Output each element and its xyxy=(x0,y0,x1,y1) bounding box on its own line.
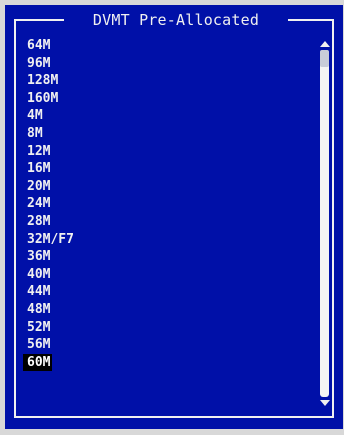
option-label: 36M xyxy=(27,249,51,265)
option-label: 44M xyxy=(27,284,51,300)
option-item[interactable]: 28M xyxy=(27,213,307,231)
option-item[interactable]: 48M xyxy=(27,301,307,319)
scroll-up-arrow-icon[interactable] xyxy=(320,41,330,47)
scrollbar[interactable] xyxy=(319,39,331,409)
option-label: 20M xyxy=(27,178,51,194)
option-item[interactable]: 40M xyxy=(27,266,307,284)
dvmt-popup-dialog: DVMT Pre-Allocated 64M 96M 128M 160M 4M 8M 12M… xyxy=(5,5,343,429)
option-label: 52M xyxy=(27,319,51,335)
option-item[interactable]: 4M xyxy=(27,107,307,125)
scroll-down-arrow-icon[interactable] xyxy=(320,400,330,406)
option-label: 96M xyxy=(27,55,51,71)
scroll-thumb[interactable] xyxy=(320,50,329,67)
option-label: 12M xyxy=(27,143,51,159)
option-item[interactable]: 52M xyxy=(27,319,307,337)
option-label: 28M xyxy=(27,213,51,229)
option-list: 64M 96M 128M 160M 4M 8M 12M 16M 20M 24M 28M 32M/F7 3… xyxy=(23,37,307,372)
option-item[interactable]: 16M xyxy=(27,160,307,178)
scroll-track[interactable] xyxy=(320,50,329,397)
option-label: 4M xyxy=(27,108,43,124)
option-item[interactable]: 128M xyxy=(27,72,307,90)
option-item[interactable]: 24M xyxy=(27,195,307,213)
dialog-border-top-left xyxy=(14,19,64,21)
option-label: 40M xyxy=(27,266,51,282)
option-label: 24M xyxy=(27,196,51,212)
option-item[interactable]: 20M xyxy=(27,178,307,196)
option-item[interactable]: 56M xyxy=(27,336,307,354)
option-item-selected[interactable]: 60M xyxy=(23,353,307,372)
option-label: 48M xyxy=(27,301,51,317)
option-item[interactable]: 64M xyxy=(27,37,307,55)
dialog-border-right xyxy=(332,19,334,418)
option-item[interactable]: 160M xyxy=(27,90,307,108)
dialog-border-bottom xyxy=(14,416,334,418)
option-item[interactable]: 8M xyxy=(27,125,307,143)
screen-frame: DVMT Pre-Allocated 64M 96M 128M 160M 4M 8M 12M… xyxy=(0,0,344,435)
option-item[interactable]: 12M xyxy=(27,143,307,161)
dialog-title: DVMT Pre-Allocated xyxy=(92,11,260,29)
option-label: 32M/F7 xyxy=(27,231,74,247)
option-item[interactable]: 36M xyxy=(27,248,307,266)
option-item[interactable]: 44M xyxy=(27,283,307,301)
option-label: 128M xyxy=(27,73,59,89)
option-label: 60M xyxy=(23,353,53,372)
option-label: 64M xyxy=(27,38,51,53)
option-label: 56M xyxy=(27,337,51,353)
dialog-border-left xyxy=(14,19,16,418)
option-item[interactable]: 32M/F7 xyxy=(27,231,307,249)
option-item[interactable]: 96M xyxy=(27,55,307,73)
option-label: 160M xyxy=(27,90,59,106)
option-label: 8M xyxy=(27,125,43,141)
option-label: 16M xyxy=(27,161,51,177)
dialog-border-top-right xyxy=(288,19,334,21)
